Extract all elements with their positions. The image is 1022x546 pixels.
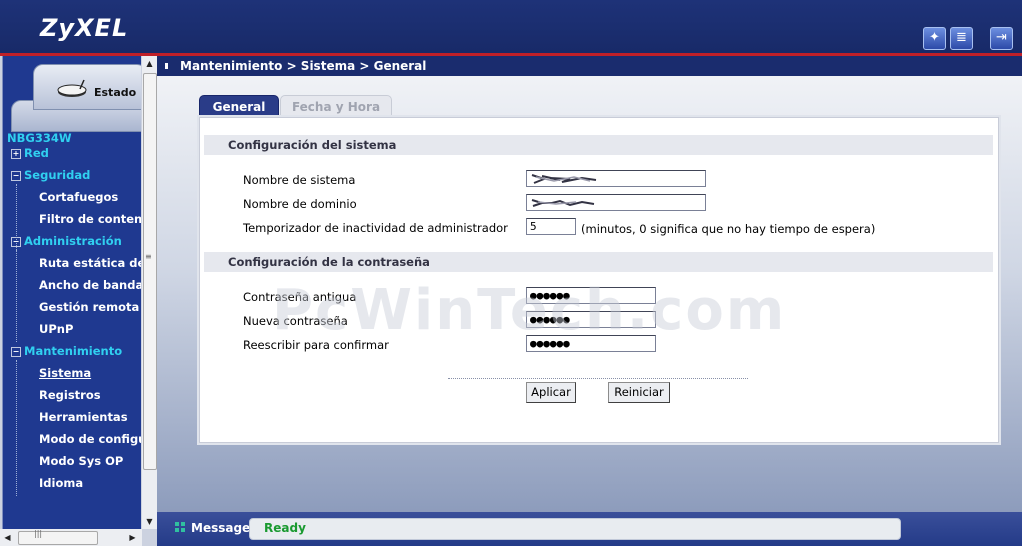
sidebar: Estado NBG334W + Red − Seguridad Cortafueg… [0,56,157,546]
scroll-thumb[interactable] [143,73,157,470]
timeout-note: (minutos, 0 significa que no hay tiempo … [581,222,876,236]
top-header: ZyXEL ✦ ≣ ⇥ [0,0,1022,53]
sidebar-item-gestion-remota[interactable]: Gestión remota [39,300,139,320]
router-icon [57,79,87,97]
redacted-text-icon [531,199,595,207]
password-config-heading: Configuración de la contraseña [204,252,993,272]
new-password-label: Nueva contraseña [243,314,348,328]
message-bar: Message Ready [157,512,1022,546]
status-text: Ready [264,521,306,535]
notes-icon[interactable]: ≣ [950,27,973,50]
tree-line [16,360,17,496]
reset-button[interactable]: Reiniciar [608,382,670,403]
domain-name-label: Nombre de dominio [243,197,357,211]
message-box: Ready [249,518,901,540]
scroll-up-icon[interactable]: ▲ [142,56,157,71]
zyxel-logo: ZyXEL [40,14,129,42]
scroll-right-icon[interactable]: ▶ [125,529,140,546]
sidebar-item-label: Administración [24,234,122,248]
breadcrumb-bullet-icon [165,63,174,69]
tab-general[interactable]: General [199,95,279,119]
main-content: General Fecha y Hora Configuración del s… [157,76,1022,512]
sidebar-item-ruta-estatica[interactable]: Ruta estática de [39,256,141,276]
collapse-icon[interactable]: − [11,237,21,247]
sidebar-item-registros[interactable]: Registros [39,388,101,408]
grip-icon: ||| [34,529,43,538]
timeout-field[interactable]: 5 [526,218,576,235]
sidebar-item-modo-configuracion[interactable]: Modo de configu [39,432,141,452]
sidebar-item-modo-sys-op[interactable]: Modo Sys OP [39,454,123,474]
sidebar-item-filtro-contenido[interactable]: Filtro de conten [39,212,141,232]
sidebar-item-cortafuegos[interactable]: Cortafuegos [39,190,118,210]
sidebar-menu: Estado NBG334W + Red − Seguridad Cortafueg… [2,56,141,529]
old-password-field[interactable]: ●●●●●● [526,287,656,304]
logout-icon[interactable]: ⇥ [990,27,1013,50]
sidebar-item-idioma[interactable]: Idioma [39,476,83,496]
message-icon [175,522,185,532]
sidebar-item-herramientas[interactable]: Herramientas [39,410,128,430]
tab-estado-label: Estado [94,86,137,99]
apply-button[interactable]: Aplicar [526,382,576,403]
settings-panel: Configuración del sistema Nombre de sist… [199,117,999,443]
scroll-thumb[interactable] [18,531,98,545]
system-name-field[interactable] [526,170,706,187]
sidebar-item-sistema[interactable]: Sistema [39,366,91,386]
new-password-field[interactable]: ●●●●●● [526,311,656,328]
domain-name-field[interactable] [526,194,706,211]
sidebar-item-ancho-banda[interactable]: Ancho de banda [39,278,141,298]
collapse-icon[interactable]: − [11,347,21,357]
breadcrumb-text: Mantenimiento > Sistema > General [180,59,427,73]
sidebar-item-red[interactable]: + Red [3,146,49,166]
confirm-password-field[interactable]: ●●●●●● [526,335,656,352]
wizard-icon[interactable]: ✦ [923,27,946,50]
separator [448,378,748,379]
sidebar-item-label: Seguridad [24,168,91,182]
sidebar-item-administracion[interactable]: − Administración [3,234,122,254]
sidebar-item-label: Red [24,146,49,160]
scroll-left-icon[interactable]: ◀ [0,529,15,546]
sidebar-item-upnp[interactable]: UPnP [39,322,73,342]
breadcrumb: Mantenimiento > Sistema > General [157,56,1022,76]
message-label: Message [191,521,251,535]
sidebar-horizontal-scrollbar[interactable]: ◀ ||| ▶ [0,529,142,546]
collapse-icon[interactable]: − [11,171,21,181]
system-config-heading: Configuración del sistema [204,135,993,155]
tab-fecha-hora[interactable]: Fecha y Hora [280,95,392,119]
redacted-text-icon [531,174,597,184]
expand-icon[interactable]: + [11,149,21,159]
old-password-label: Contraseña antigua [243,290,357,304]
scroll-down-icon[interactable]: ▼ [142,514,157,529]
system-name-label: Nombre de sistema [243,173,356,187]
sidebar-item-seguridad[interactable]: − Seguridad [3,168,90,188]
tree-line [16,250,17,342]
sidebar-item-mantenimiento[interactable]: − Mantenimiento [3,344,122,364]
sidebar-vertical-scrollbar[interactable]: ▲ ≡ ▼ [142,56,157,529]
sidebar-item-label: Mantenimiento [24,344,123,358]
device-name: NBG334W [7,131,72,145]
tab-estado[interactable]: Estado [33,64,141,110]
grip-icon: ≡ [145,252,152,261]
timeout-label: Temporizador de inactividad de administr… [243,221,508,235]
confirm-password-label: Reescribir para confirmar [243,338,389,352]
